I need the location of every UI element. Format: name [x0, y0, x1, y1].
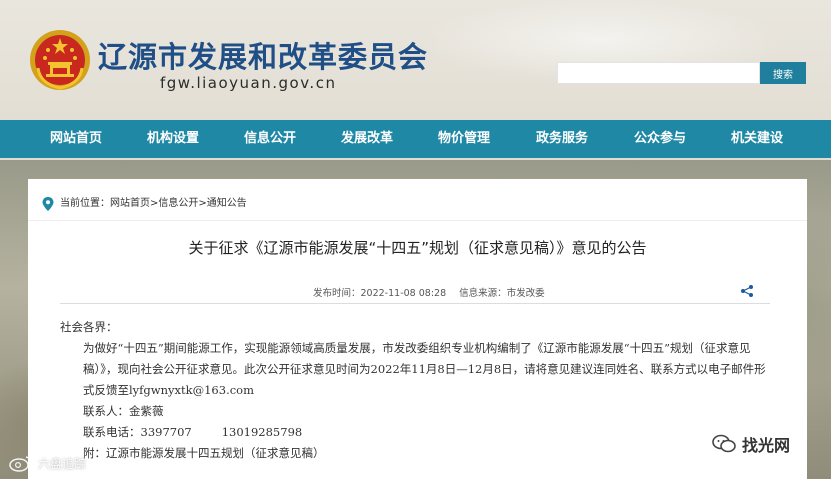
watermark-left-text: 六盘追踪: [38, 456, 87, 471]
nav-item-agency-building[interactable]: 机关建设: [731, 120, 783, 158]
watermark-left: 六盘追踪: [8, 452, 86, 474]
nav-item-government-services[interactable]: 政务服务: [536, 120, 588, 158]
attachment-link[interactable]: 附：辽源市能源发展十四五规划（征求意见稿）: [60, 443, 772, 464]
info-source: 信息来源：市发改委: [459, 288, 545, 299]
main-nav: 网站首页 机构设置 信息公开 发展改革 物价管理 政务服务 公众参与 机关建设: [0, 120, 831, 158]
breadcrumb-divider: [28, 220, 807, 221]
breadcrumb-notices[interactable]: 通知公告: [207, 195, 247, 213]
article-title: 关于征求《辽源市能源发展“十四五”规划（征求意见稿）》意见的公告: [188, 239, 647, 257]
article-meta: 发布时间：2022-11-08 08:28 信息来源：市发改委: [313, 285, 555, 299]
article-greeting: 社会各界：: [60, 320, 118, 334]
nav-item-price-management[interactable]: 物价管理: [438, 120, 490, 158]
article-paragraph: 为做好“十四五”期间能源工作，实现能源领域高质量发展，市发改委组织专业机构编制了…: [83, 341, 766, 397]
national-emblem-icon: [30, 30, 90, 90]
nav-item-public-participation[interactable]: 公众参与: [634, 120, 686, 158]
search-button[interactable]: 搜索: [760, 62, 806, 84]
wechat-logo-icon: [712, 434, 736, 453]
breadcrumb-home[interactable]: 网站首页: [110, 195, 150, 213]
nav-item-organization[interactable]: 机构设置: [147, 120, 199, 158]
contact-phone-landline: 联系电话：3397707: [83, 425, 192, 439]
location-pin-icon: [42, 197, 54, 211]
breadcrumb-separator: >: [198, 198, 207, 209]
weibo-logo-icon: [9, 456, 31, 472]
site-title: 辽源市发展和改革委员会: [98, 40, 429, 74]
content-panel: 当前位置： 网站首页 > 信息公开 > 通知公告 关于征求《辽源市能源发展“十四…: [28, 179, 807, 479]
watermark-right-text: 找光网: [742, 436, 791, 455]
breadcrumb-info-disclosure[interactable]: 信息公开: [158, 195, 198, 213]
article-body: 社会各界： 为做好“十四五”期间能源工作，实现能源领域高质量发展，市发改委组织专…: [60, 317, 772, 464]
publish-time: 发布时间：2022-11-08 08:28: [313, 288, 447, 299]
contact-phone: 联系电话：3397707 13019285798: [60, 422, 772, 443]
share-icon[interactable]: [740, 284, 754, 298]
nav-item-home[interactable]: 网站首页: [50, 120, 102, 158]
search-input[interactable]: [557, 62, 760, 84]
breadcrumb-separator: >: [150, 198, 159, 209]
contact-phone-mobile: 13019285798: [221, 425, 303, 439]
site-domain: fgw.liaoyuan.gov.cn: [160, 74, 337, 92]
breadcrumb-prefix: 当前位置：: [60, 198, 110, 209]
nav-item-info-disclosure[interactable]: 信息公开: [244, 120, 296, 158]
meta-divider: [60, 303, 770, 304]
nav-item-development-reform[interactable]: 发展改革: [341, 120, 393, 158]
watermark-right: 找光网: [712, 432, 790, 456]
breadcrumb: 当前位置： 网站首页 > 信息公开 > 通知公告: [42, 195, 247, 213]
contact-person: 联系人：金紫薇: [83, 404, 164, 418]
